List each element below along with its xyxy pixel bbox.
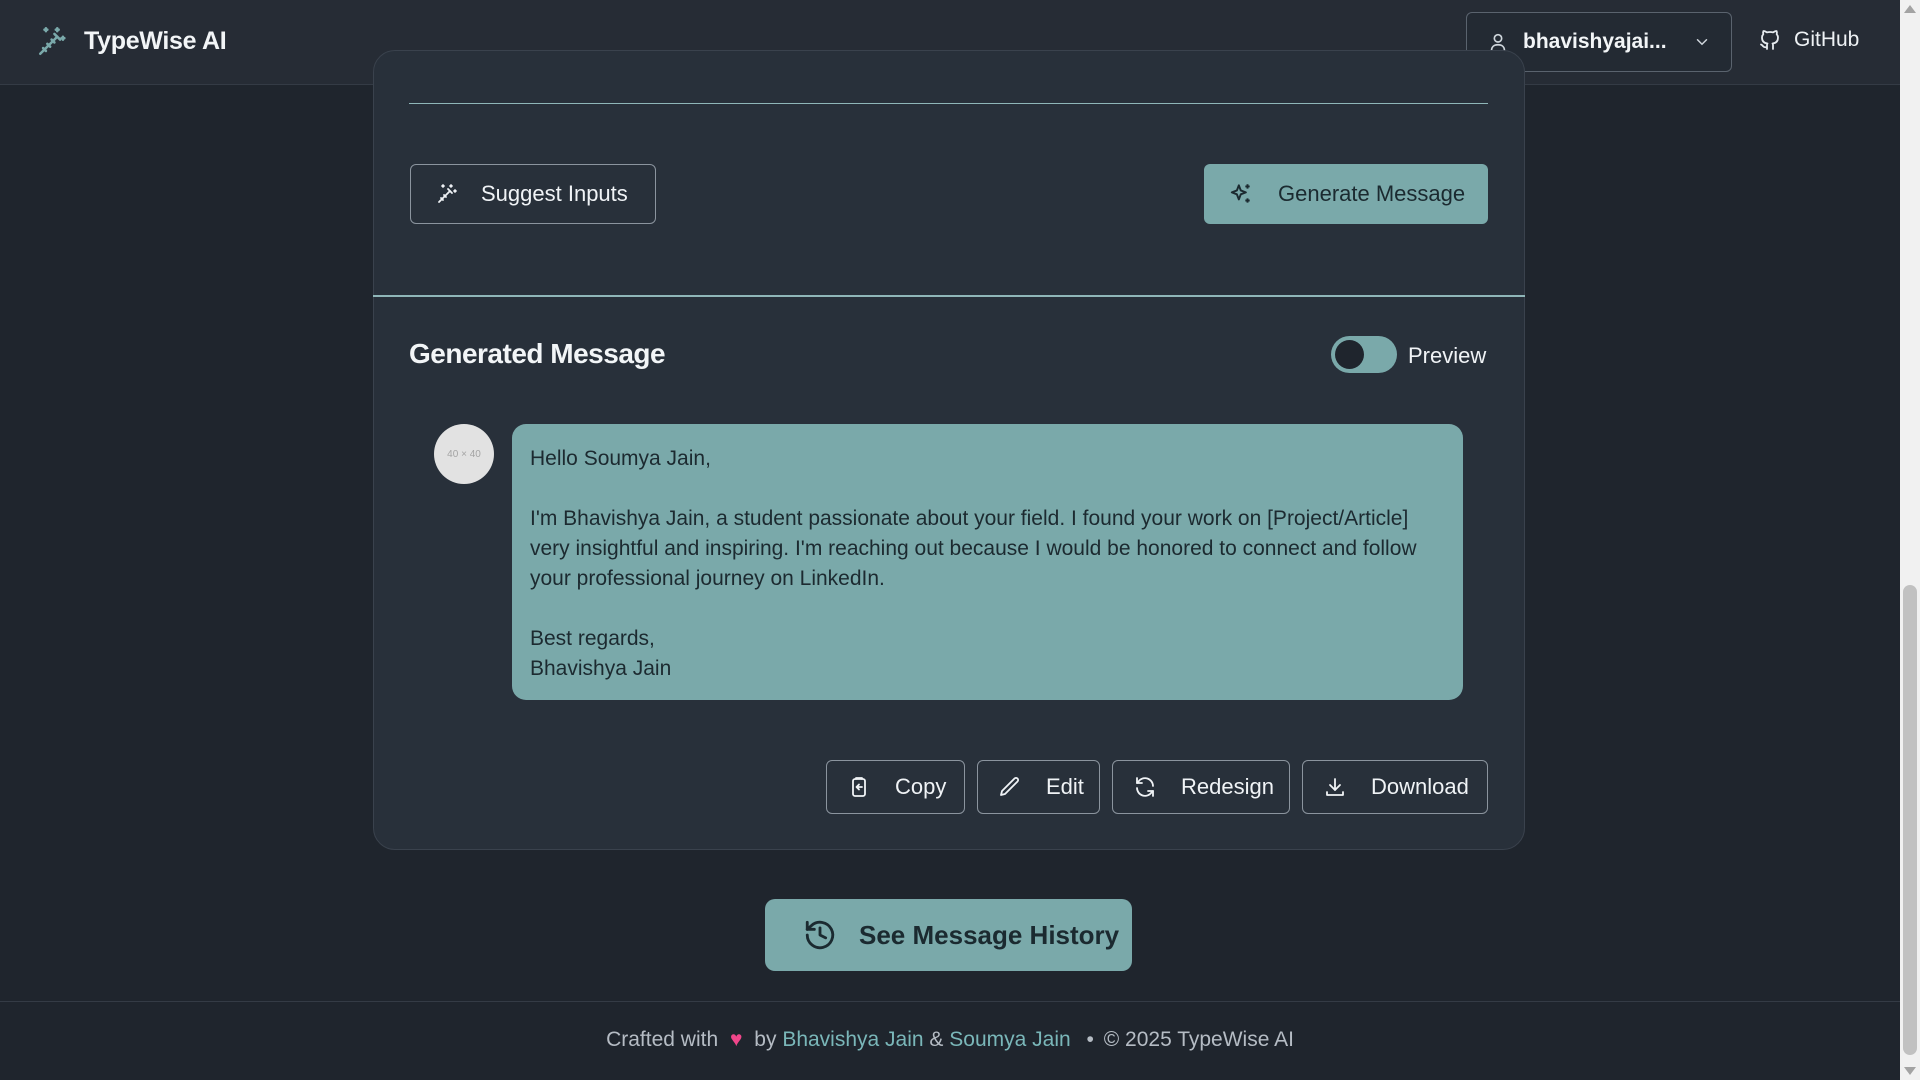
message-history-label: See Message History: [859, 919, 1120, 950]
scrollbar-thumb[interactable]: [1903, 585, 1917, 1055]
generate-message-label: Generate Message: [1278, 181, 1466, 206]
message-history-button[interactable]: See Message History: [765, 899, 1132, 971]
clipboard-icon: [847, 775, 871, 799]
redesign-button[interactable]: Redesign: [1112, 760, 1290, 814]
redesign-label: Redesign: [1181, 774, 1274, 799]
footer: Crafted with ♥ by Bhavishya Jain & Soumy…: [0, 1028, 1900, 1052]
wand-icon: [435, 182, 459, 206]
heart-icon: ♥: [729, 1028, 743, 1051]
toggle-knob: [1335, 340, 1364, 369]
avatar: 40 × 40: [434, 424, 494, 484]
magic-wand-icon: [36, 24, 70, 58]
footer-amp: &: [929, 1028, 944, 1051]
scroll-up-arrow[interactable]: [1904, 5, 1916, 13]
section-divider: [373, 295, 1525, 297]
footer-dot: •: [1086, 1028, 1094, 1051]
github-link[interactable]: GitHub: [1758, 28, 1859, 52]
chevron-down-icon: [1693, 33, 1711, 51]
author-link-soumya[interactable]: Soumya Jain: [949, 1028, 1070, 1051]
refresh-icon: [1133, 775, 1157, 799]
download-label: Download: [1371, 774, 1469, 799]
footer-by: by: [754, 1028, 777, 1051]
suggest-inputs-button[interactable]: Suggest Inputs: [410, 164, 656, 224]
preview-label: Preview: [1408, 343, 1487, 368]
divider: [409, 103, 1488, 104]
github-label: GitHub: [1794, 28, 1860, 51]
copy-button[interactable]: Copy: [826, 760, 965, 814]
edit-label: Edit: [1046, 774, 1084, 799]
suggest-inputs-label: Suggest Inputs: [481, 181, 628, 206]
download-button[interactable]: Download: [1302, 760, 1488, 814]
message-bubble: Hello Soumya Jain, I'm Bhavishya Jain, a…: [512, 424, 1463, 700]
edit-button[interactable]: Edit: [977, 760, 1100, 814]
footer-copyright: © 2025 TypeWise AI: [1103, 1028, 1294, 1051]
scrollbar[interactable]: [1900, 0, 1920, 1080]
user-name: bhavishyajai...: [1523, 30, 1667, 53]
author-link-bhavishya[interactable]: Bhavishya Jain: [782, 1028, 923, 1051]
brand[interactable]: TypeWise AI: [36, 24, 227, 58]
sparkles-icon: [1228, 181, 1254, 207]
pencil-icon: [998, 775, 1022, 799]
brand-name: TypeWise AI: [84, 26, 227, 55]
download-icon: [1323, 775, 1347, 799]
history-icon: [803, 918, 837, 952]
generated-message-title: Generated Message: [409, 338, 666, 369]
preview-toggle[interactable]: [1331, 336, 1397, 373]
github-icon: [1758, 28, 1782, 52]
generate-message-button[interactable]: Generate Message: [1204, 164, 1488, 224]
scroll-down-arrow[interactable]: [1904, 1067, 1916, 1075]
copy-label: Copy: [895, 774, 947, 799]
footer-crafted: Crafted with: [606, 1028, 719, 1051]
footer-divider: [0, 1001, 1900, 1002]
